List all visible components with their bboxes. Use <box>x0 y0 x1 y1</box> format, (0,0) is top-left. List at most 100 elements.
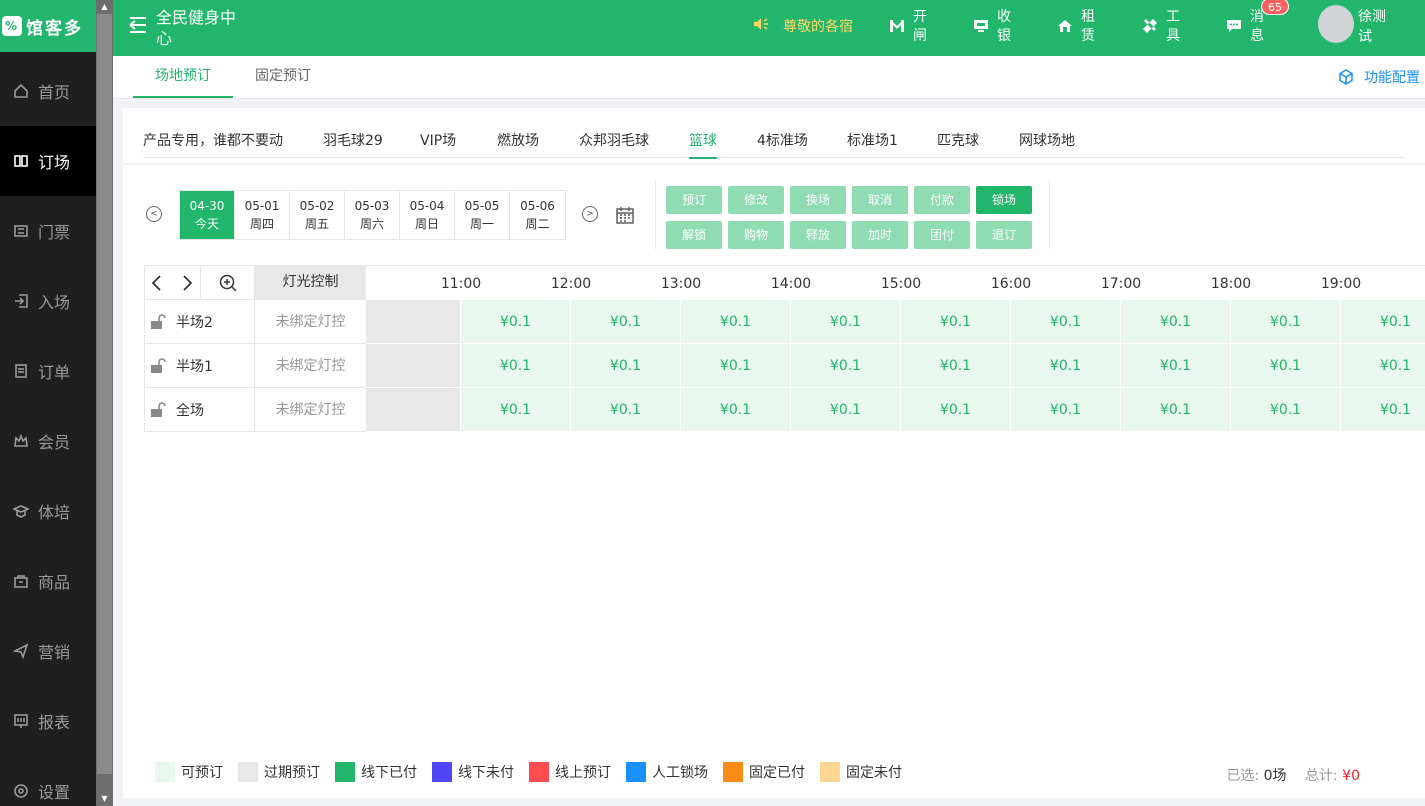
venue-tab[interactable]: 网球场地 <box>1019 130 1075 157</box>
booking-slot[interactable]: ¥0.1 <box>571 388 681 432</box>
selected-label: 已选: <box>1226 768 1260 784</box>
rent-button[interactable]: 租赁 <box>1057 8 1097 46</box>
sidebar-item-member[interactable]: 会员 <box>0 406 96 476</box>
unlock-icon[interactable] <box>150 313 166 330</box>
booking-slot[interactable]: ¥0.1 <box>571 344 681 388</box>
booking-slot[interactable]: ¥0.1 <box>1011 300 1121 344</box>
release-button[interactable]: 释放 <box>790 221 846 249</box>
scroll-left-button[interactable] <box>146 272 168 294</box>
sidebar-item-goods[interactable]: 商品 <box>0 546 96 616</box>
venue-tabs: 产品专用，谁都不要动 羽毛球29 VIP场 燃放场 众邦羽毛球 篮球 4标准场 … <box>143 128 1405 159</box>
unlock-button[interactable]: 解锁 <box>666 221 722 249</box>
cashier-button[interactable]: 收银 <box>973 8 1013 46</box>
booking-slot[interactable]: ¥0.1 <box>681 300 791 344</box>
booking-slot[interactable]: ¥0.1 <box>461 300 571 344</box>
expired-slot <box>366 344 461 388</box>
legend-swatch <box>820 762 840 782</box>
sidebar-item-home[interactable]: 首页 <box>0 56 96 126</box>
cancel-button[interactable]: 取消 <box>852 186 908 214</box>
venue-tab[interactable]: VIP场 <box>420 130 456 157</box>
sidebar-item-order[interactable]: 订单 <box>0 336 96 406</box>
logo: % 馆客多 <box>0 0 96 52</box>
tools-button[interactable]: 工具 <box>1142 8 1182 46</box>
booking-slot[interactable]: ¥0.1 <box>1341 388 1425 432</box>
booking-slot[interactable]: ¥0.1 <box>1231 388 1341 432</box>
date-cell-active[interactable]: 04-30 今天 <box>180 191 235 239</box>
modify-button[interactable]: 修改 <box>728 186 784 214</box>
pay-button[interactable]: 付款 <box>914 186 970 214</box>
venue-tab[interactable]: 匹克球 <box>937 130 979 157</box>
date-cell[interactable]: 05-02 周五 <box>290 191 345 239</box>
message-button[interactable]: 消息 <box>1226 8 1266 46</box>
booking-slot[interactable]: ¥0.1 <box>1231 300 1341 344</box>
venue-tab[interactable]: 产品专用，谁都不要动 <box>143 130 283 157</box>
booking-slot[interactable]: ¥0.1 <box>1341 300 1425 344</box>
group-pay-button[interactable]: 团付 <box>914 221 970 249</box>
booking-slot[interactable]: ¥0.1 <box>1011 388 1121 432</box>
legend-item: 线上预订 <box>529 762 611 782</box>
booking-slot[interactable]: ¥0.1 <box>1341 344 1425 388</box>
booking-slot[interactable]: ¥0.1 <box>791 300 901 344</box>
scroll-right-button[interactable] <box>176 272 198 294</box>
booking-slot[interactable]: ¥0.1 <box>1231 344 1341 388</box>
tab-venue-booking[interactable]: 场地预订 <box>133 56 233 98</box>
booking-slot[interactable]: ¥0.1 <box>901 344 1011 388</box>
user-name[interactable]: 徐测试 <box>1358 7 1390 47</box>
booking-slot[interactable]: ¥0.1 <box>461 388 571 432</box>
date-cell[interactable]: 05-06 周二 <box>510 191 565 239</box>
func-config-link[interactable]: 功能配置 <box>1338 67 1420 87</box>
venue-tab[interactable]: 羽毛球29 <box>323 130 383 157</box>
venue-tab[interactable]: 众邦羽毛球 <box>579 130 649 157</box>
gate-button[interactable]: 开闸 <box>889 8 929 46</box>
sidebar-item-entry[interactable]: 入场 <box>0 266 96 336</box>
venue-title: 全民健身中心 <box>156 8 237 48</box>
scroll-down-icon[interactable]: ▼ <box>96 792 113 806</box>
booking-slot[interactable]: ¥0.1 <box>1121 300 1231 344</box>
booking-slot[interactable]: ¥0.1 <box>791 388 901 432</box>
func-config-label: 功能配置 <box>1364 70 1420 86</box>
booking-slot[interactable]: ¥0.1 <box>901 388 1011 432</box>
book-button[interactable]: 预订 <box>666 186 722 214</box>
tab-fixed-booking[interactable]: 固定预订 <box>255 56 311 98</box>
booking-slot[interactable]: ¥0.1 <box>1011 344 1121 388</box>
prev-week-button[interactable]: < <box>146 206 162 222</box>
booking-slot[interactable]: ¥0.1 <box>461 344 571 388</box>
venue-tab[interactable]: 燃放场 <box>497 130 539 157</box>
date-cell[interactable]: 05-03 周六 <box>345 191 400 239</box>
change-venue-button[interactable]: 换场 <box>790 186 846 214</box>
sidebar-item-ticket[interactable]: 门票 <box>0 196 96 266</box>
date-cell[interactable]: 05-04 周日 <box>400 191 455 239</box>
next-week-button[interactable]: > <box>582 206 598 222</box>
calendar-icon[interactable] <box>616 206 634 224</box>
message-icon <box>1226 18 1244 36</box>
booking-slot[interactable]: ¥0.1 <box>1121 344 1231 388</box>
booking-slot[interactable]: ¥0.1 <box>681 344 791 388</box>
booking-slot[interactable]: ¥0.1 <box>681 388 791 432</box>
booking-slot[interactable]: ¥0.1 <box>571 300 681 344</box>
booking-slot[interactable]: ¥0.1 <box>1121 388 1231 432</box>
sidebar-item-report[interactable]: 报表 <box>0 686 96 756</box>
zoom-button[interactable] <box>200 266 255 299</box>
sidebar-item-marketing[interactable]: 营销 <box>0 616 96 686</box>
scrollbar-thumb[interactable] <box>97 14 112 774</box>
venue-tab[interactable]: 4标准场 <box>757 130 808 157</box>
booking-slot[interactable]: ¥0.1 <box>791 344 901 388</box>
venue-tab-active[interactable]: 篮球 <box>689 130 717 159</box>
overtime-button[interactable]: 加时 <box>852 221 908 249</box>
unlock-icon[interactable] <box>150 357 166 374</box>
sidebar-item-booking[interactable]: 订场 <box>0 126 96 196</box>
booking-slot[interactable]: ¥0.1 <box>901 300 1011 344</box>
sidebar-item-settings[interactable]: 设置 <box>0 756 96 806</box>
venue-tab[interactable]: 标准场1 <box>847 130 898 157</box>
lock-venue-button[interactable]: 锁场 <box>976 186 1032 214</box>
avatar[interactable] <box>1318 5 1354 43</box>
date-cell[interactable]: 05-01 周四 <box>235 191 290 239</box>
sidebar-scrollbar[interactable]: ▲ ▼ <box>96 0 113 806</box>
shop-button[interactable]: 购物 <box>728 221 784 249</box>
scroll-up-icon[interactable]: ▲ <box>96 0 113 14</box>
sidebar-item-training[interactable]: 体培 <box>0 476 96 546</box>
date-cell[interactable]: 05-05 周一 <box>455 191 510 239</box>
unlock-icon[interactable] <box>150 401 166 418</box>
refund-button[interactable]: 退订 <box>976 221 1032 249</box>
collapse-menu-icon[interactable] <box>127 14 149 36</box>
